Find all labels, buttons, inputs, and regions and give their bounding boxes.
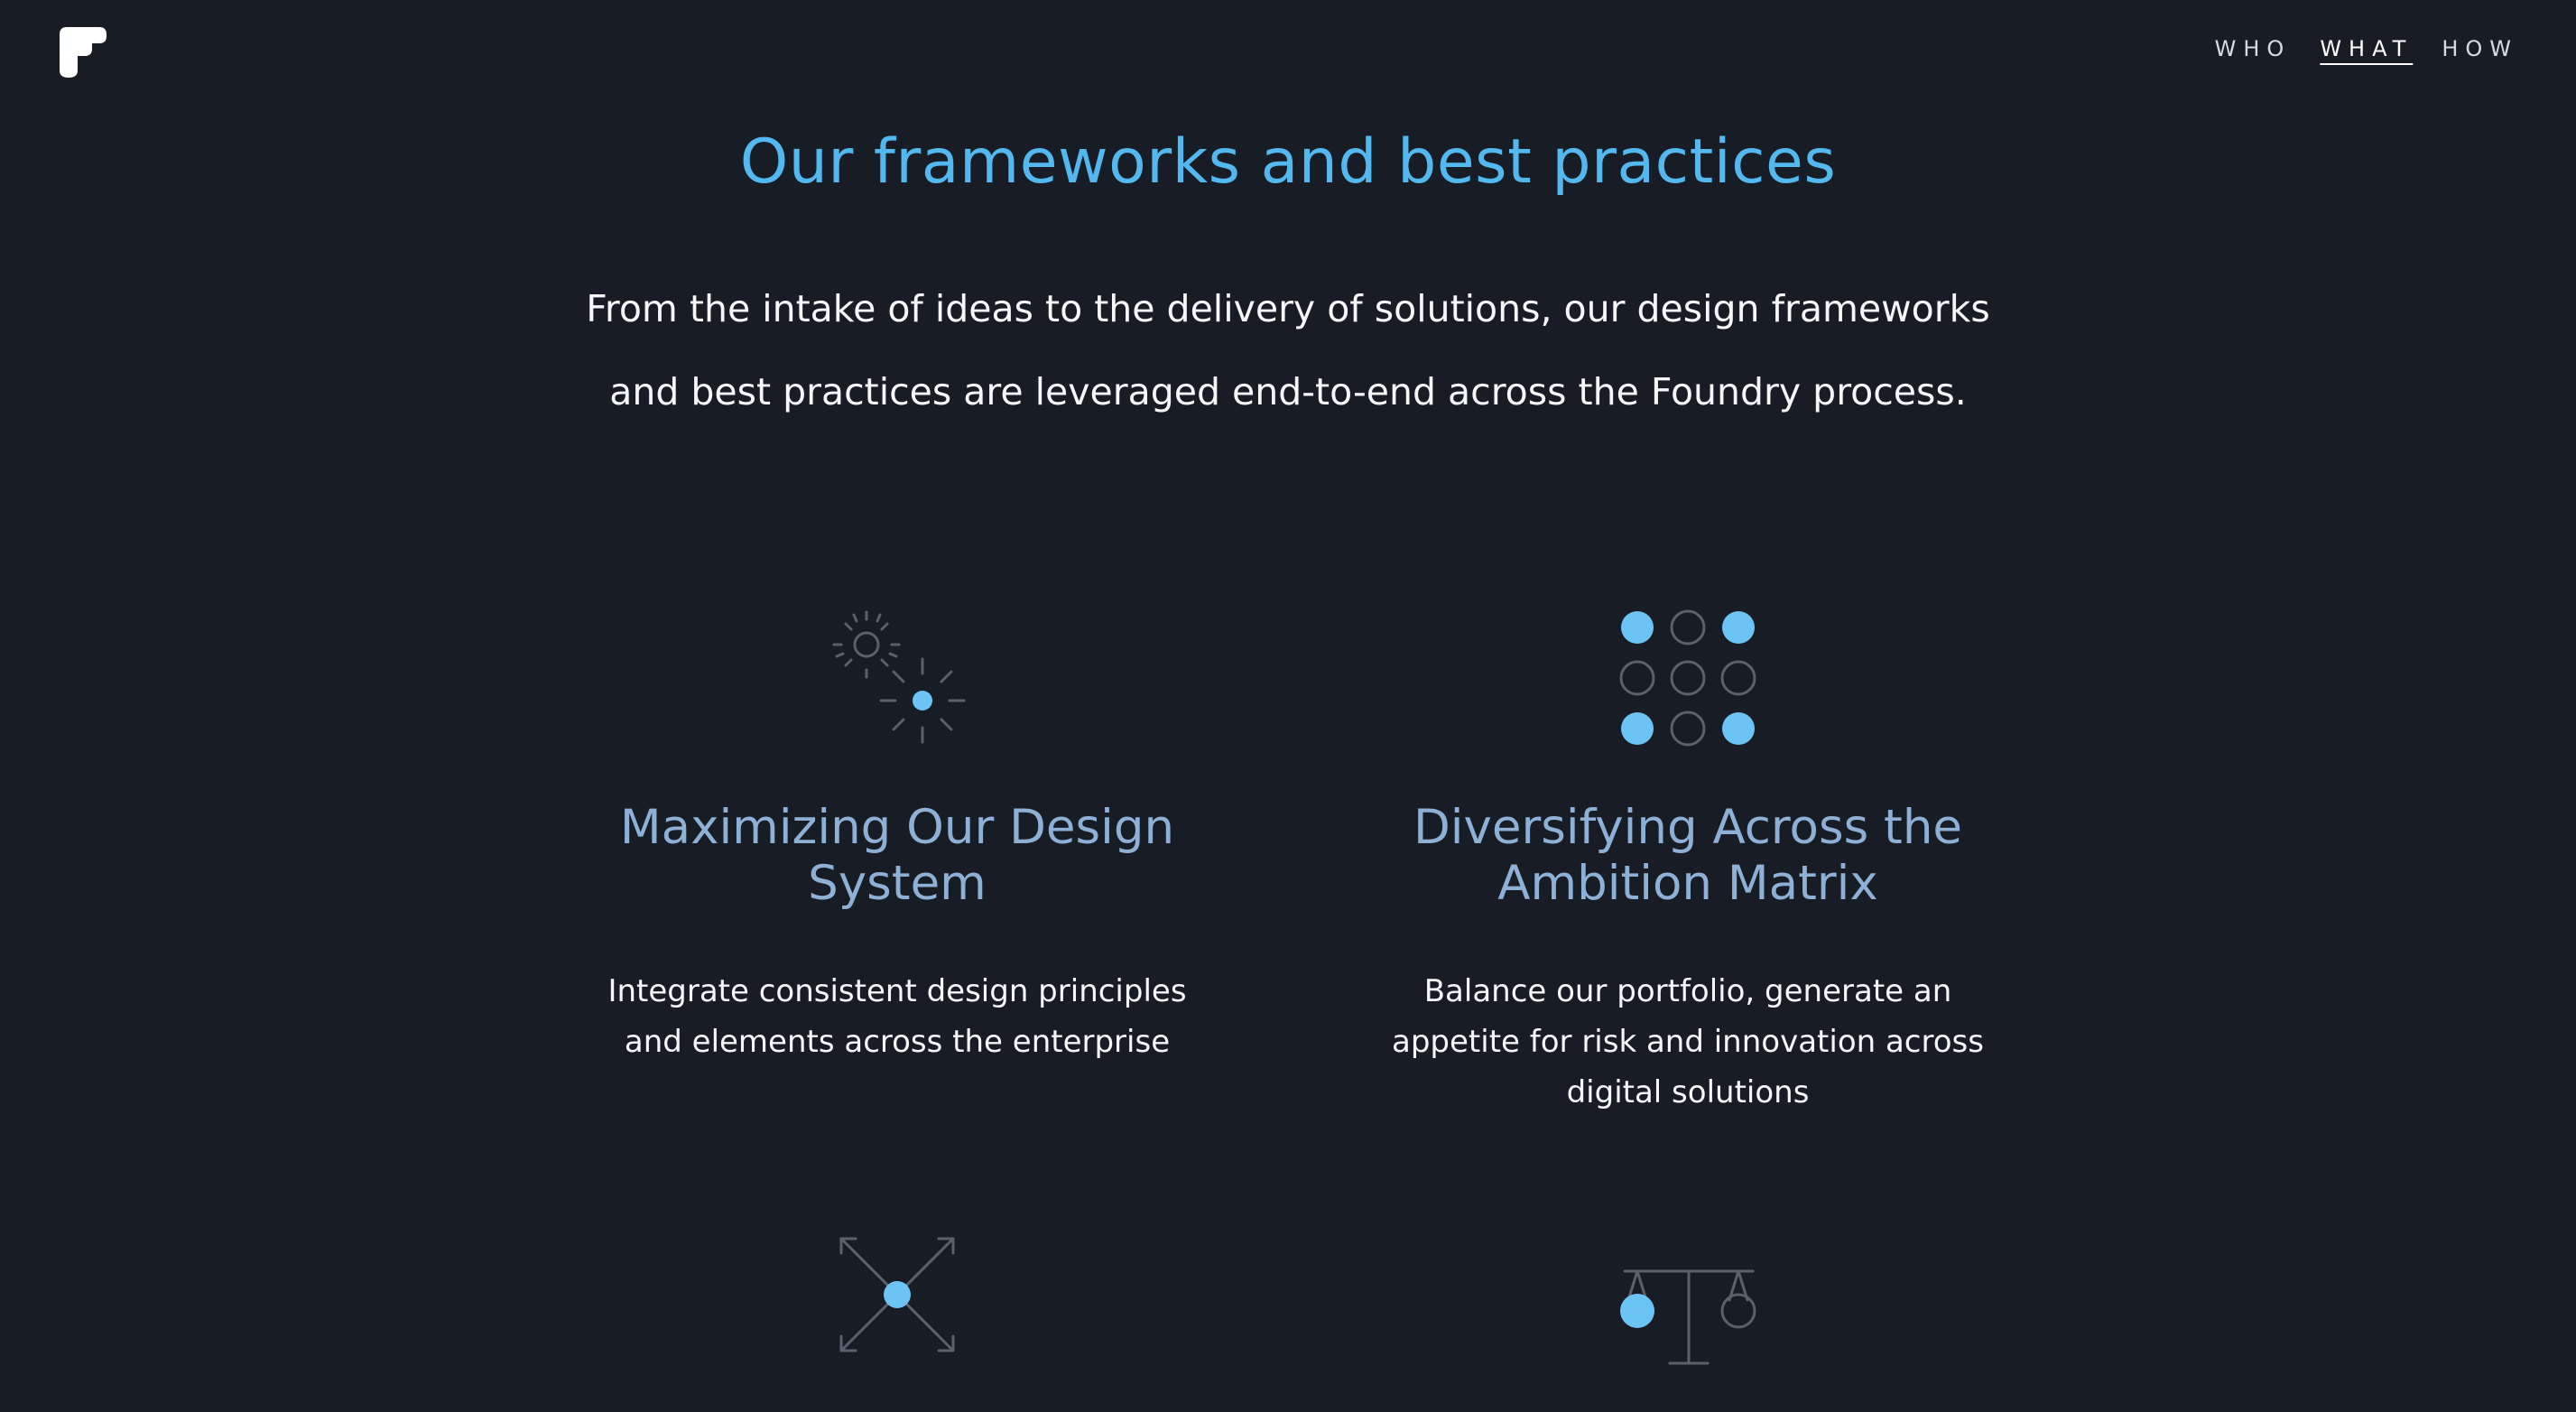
card-desc-line-2: appetite for risk and innovation across [1392,1024,1984,1060]
card-desc-line-1: Integrate consistent design principles [607,973,1187,1009]
card-title: Diversifying Across the Ambition Matrix [1381,800,1995,912]
card-desc-line-1: Balance our portfolio, generate an [1423,973,1952,1009]
foundry-logo-icon[interactable] [60,27,107,78]
card-title-line-1: Maximizing Our Design [619,800,1175,855]
nav-how[interactable]: HOW [2442,36,2518,65]
balance-scale-icon [1620,1269,1756,1365]
card-title-line-2: Ambition Matrix [1497,856,1878,911]
card-title-line-2: System [808,856,987,911]
card-title: Maximizing Our Design System [590,800,1204,912]
card-title-line-1: Diversifying Across the [1413,800,1963,855]
intro-line-1: From the intake of ideas to the delivery… [586,287,1990,330]
expand-arrows-icon [839,1237,955,1352]
card-description: Balance our portfolio, generate an appet… [1381,966,1995,1118]
nav-who[interactable]: WHO [2215,36,2292,65]
card-description: Integrate consistent design principles a… [590,966,1204,1067]
nav-what[interactable]: WHAT [2320,36,2413,65]
page-title: Our frameworks and best practices [739,126,1837,198]
card-desc-line-2: and elements across the enterprise [624,1024,1171,1060]
card-desc-line-3: digital solutions [1566,1074,1810,1110]
dot-grid-icon [1619,609,1756,747]
card-expand [590,1221,1204,1365]
main-nav: WHO WHAT HOW [2186,36,2518,65]
intro-line-2: and best practices are leveraged end-to-… [609,370,1967,413]
card-balance [1381,1221,1995,1365]
intro-text: From the intake of ideas to the delivery… [566,267,2010,433]
page: WHO WHAT HOW Our frameworks and best pra… [0,0,2576,1412]
sparkle-icon [832,610,966,744]
